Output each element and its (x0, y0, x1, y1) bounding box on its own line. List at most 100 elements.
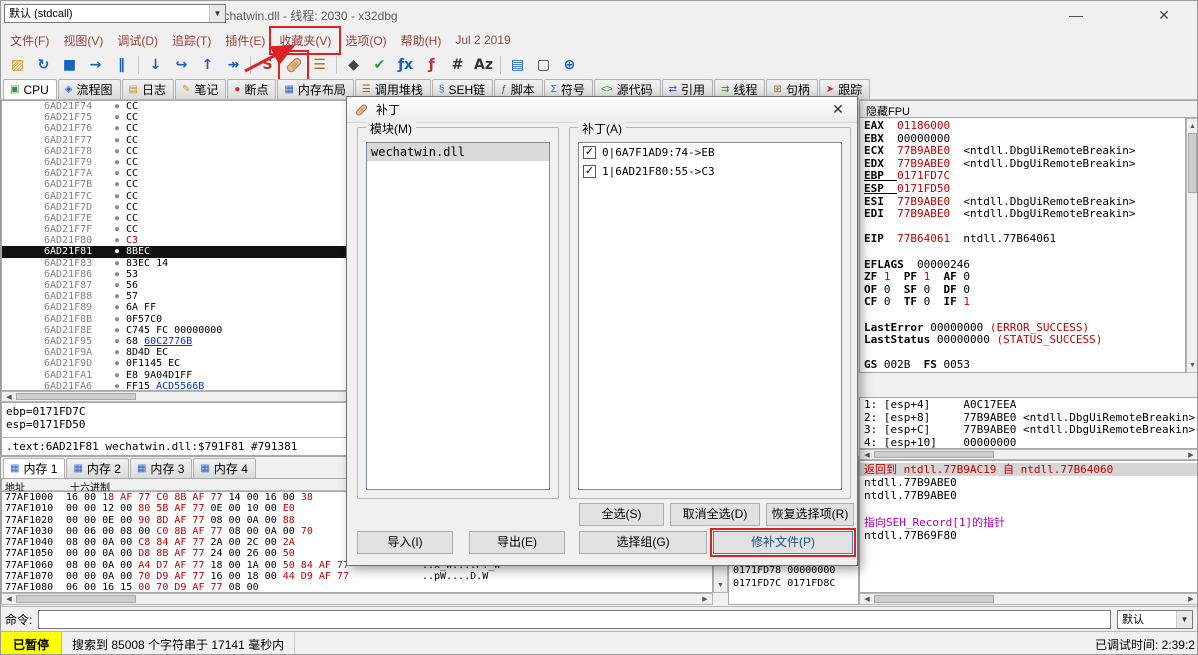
memory-horizontal-scrollbar[interactable]: ◀ ▶ (1, 593, 713, 605)
pause-button[interactable]: ‖ (109, 53, 134, 78)
memory-tab[interactable]: ▦ 内存 1 (3, 458, 66, 478)
args-horizontal-scrollbar[interactable]: ◀ ▶ (859, 449, 1197, 460)
globe-button[interactable]: ⊕ (557, 53, 582, 78)
window-button[interactable]: ▢ (531, 53, 556, 78)
command-input[interactable] (38, 609, 1111, 629)
tab-日志[interactable]: ▤ 日志 (121, 79, 174, 99)
breakpoint-dot-icon[interactable]: ● (108, 202, 126, 213)
run-to-cursor-button[interactable]: ↠ (221, 53, 246, 78)
patch-file-button[interactable]: 修补文件(P) (710, 528, 856, 557)
scroll-left-icon[interactable]: ◀ (2, 392, 16, 401)
scroll-left-icon[interactable]: ◀ (860, 450, 874, 459)
menu-item[interactable]: 收藏夹(V) (269, 25, 342, 55)
scroll-track[interactable] (994, 450, 1184, 459)
select-all-button[interactable]: 全选(S) (579, 503, 664, 526)
scroll-track[interactable] (136, 594, 698, 604)
breakpoint-dot-icon[interactable]: ● (108, 269, 126, 280)
scroll-up-icon[interactable]: ▲ (1187, 119, 1197, 133)
breakpoint-dot-icon[interactable]: ● (108, 101, 126, 112)
tab-CPU[interactable]: ▣ CPU (3, 79, 57, 99)
module-list-item[interactable]: wechatwin.dll (367, 143, 549, 161)
breakpoint-dot-icon[interactable]: ● (108, 191, 126, 202)
breakpoint-dot-icon[interactable]: ● (108, 123, 126, 134)
breakpoint-dot-icon[interactable]: ● (108, 336, 126, 347)
memory-row[interactable]: 77AF1080 06 00 16 15 00 70 D9 AF 77 08 00 (2, 582, 712, 592)
stack-arg-row[interactable]: 4: [esp+10] 00000000 (864, 436, 1194, 448)
stack-row[interactable]: 0171FD78 00000000 (733, 565, 835, 577)
breakpoint-dot-icon[interactable]: ● (108, 381, 126, 390)
info-line[interactable]: 指向SEH_Record[1]的指针 (860, 516, 1197, 529)
menu-item[interactable]: 帮助(H) (394, 29, 449, 52)
scroll-thumb[interactable] (16, 393, 136, 400)
fx-clear-button[interactable]: ƒ (419, 53, 444, 78)
scroll-left-icon[interactable]: ◀ (2, 594, 16, 604)
tab-断点[interactable]: ● 断点 (227, 79, 277, 99)
deselect-all-button[interactable]: 取消全选(D) (670, 503, 760, 526)
scroll-thumb[interactable] (16, 595, 136, 603)
breakpoint-dot-icon[interactable]: ● (108, 258, 126, 269)
scroll-down-icon[interactable]: ▼ (714, 578, 727, 592)
scroll-track[interactable] (994, 594, 1184, 604)
scroll-right-icon[interactable]: ▶ (1184, 450, 1197, 459)
step-into-button[interactable]: ↓ (143, 53, 168, 78)
info-line[interactable]: ntdll.77B9ABE0 (860, 489, 1197, 502)
info-line[interactable] (860, 503, 1197, 516)
memory-row[interactable]: 77AF1070 00 00 0A 00 70 D9 AF 77 16 00 18… (2, 571, 712, 582)
memory-tab[interactable]: ▦ 内存 2 (66, 458, 129, 478)
select-group-button[interactable]: 选择组(G) (579, 531, 707, 554)
breakpoint-dot-icon[interactable]: ● (108, 358, 126, 369)
tab-笔记[interactable]: ✎ 笔记 (174, 79, 227, 99)
patch-list-item[interactable]: ✓ 0|6A7F1AD9:74->EB (579, 143, 841, 162)
patch-checkbox[interactable]: ✓ (583, 165, 596, 178)
breakpoint-dot-icon[interactable]: ● (108, 168, 126, 179)
menu-item[interactable]: 追踪(T) (165, 29, 218, 52)
menu-item[interactable]: 视图(V) (56, 29, 110, 52)
breakpoint-dot-icon[interactable]: ● (108, 146, 126, 157)
menu-item[interactable]: 文件(F) (3, 29, 56, 52)
minimize-button[interactable]: — (1061, 7, 1091, 23)
scroll-right-icon[interactable]: ▶ (698, 594, 712, 604)
breakpoint-dot-icon[interactable]: ● (108, 314, 126, 325)
calling-convention-select[interactable]: 默认 (stdcall) ▼ (4, 3, 226, 23)
breakpoint-dot-icon[interactable]: ● (108, 112, 126, 123)
tab-内存布局[interactable]: ▦ 内存布局 (277, 79, 354, 99)
breakpoint-dot-icon[interactable]: ● (108, 235, 126, 246)
register-row[interactable]: CF 0 TF 0 IF 1 (864, 296, 1181, 309)
breakpoint-dot-icon[interactable]: ● (108, 325, 126, 336)
breakpoint-dot-icon[interactable]: ● (108, 347, 126, 358)
close-button[interactable]: ✕ (1149, 7, 1179, 24)
tab-流程图[interactable]: ◈ 流程图 (57, 79, 121, 99)
import-button[interactable]: 导入(I) (357, 531, 453, 554)
breakpoint-dot-icon[interactable]: ● (108, 135, 126, 146)
memory-tab[interactable]: ▦ 内存 3 (129, 458, 193, 478)
registers-vertical-scrollbar[interactable]: ▲ ▼ (1186, 118, 1197, 373)
export-button[interactable]: 导出(E) (469, 531, 565, 554)
info-horizontal-scrollbar[interactable]: ◀ ▶ (859, 593, 1197, 605)
breakpoint-dot-icon[interactable]: ● (108, 213, 126, 224)
favourites-button[interactable]: ☰ (307, 53, 332, 78)
az-button[interactable]: Az (471, 53, 496, 78)
register-row[interactable]: LastStatus 00000000 (STATUS_SUCCESS) (864, 333, 1181, 347)
menu-item[interactable]: 插件(E) (218, 29, 272, 52)
info-line[interactable]: 返回到 ntdll.77B9AC19 自 ntdll.77B64060 (860, 463, 1197, 477)
menu-item[interactable]: 调试(D) (110, 29, 165, 52)
fx-button[interactable]: ƒx (393, 53, 418, 78)
breakpoint-dot-icon[interactable]: ● (108, 246, 126, 257)
breakpoint-dot-icon[interactable]: ● (108, 291, 126, 302)
breakpoint-dot-icon[interactable]: ● (108, 179, 126, 190)
scroll-thumb[interactable] (1188, 133, 1197, 193)
scroll-right-icon[interactable]: ▶ (1184, 594, 1197, 604)
info-line[interactable]: ntdll.77B69F80 (860, 529, 1197, 542)
shield-button[interactable]: ◆ (341, 53, 366, 78)
patch-list-item[interactable]: ✓ 1|6AD21F80:55->C3 (579, 162, 841, 181)
command-mode-select[interactable]: 默认 ▼ (1117, 609, 1193, 629)
stop-button[interactable]: ■ (57, 53, 82, 78)
patch-checkbox[interactable]: ✓ (583, 146, 596, 159)
scroll-thumb[interactable] (874, 451, 994, 458)
check-button[interactable]: ✔ (367, 53, 392, 78)
registers-header[interactable]: 隐藏FPU (859, 100, 1197, 118)
run-button[interactable]: → (83, 53, 108, 78)
patch-button[interactable] (278, 49, 309, 81)
memory-tab[interactable]: ▦ 内存 4 (193, 458, 256, 478)
register-row[interactable]: GS 002B FS 0053 (864, 358, 1181, 372)
